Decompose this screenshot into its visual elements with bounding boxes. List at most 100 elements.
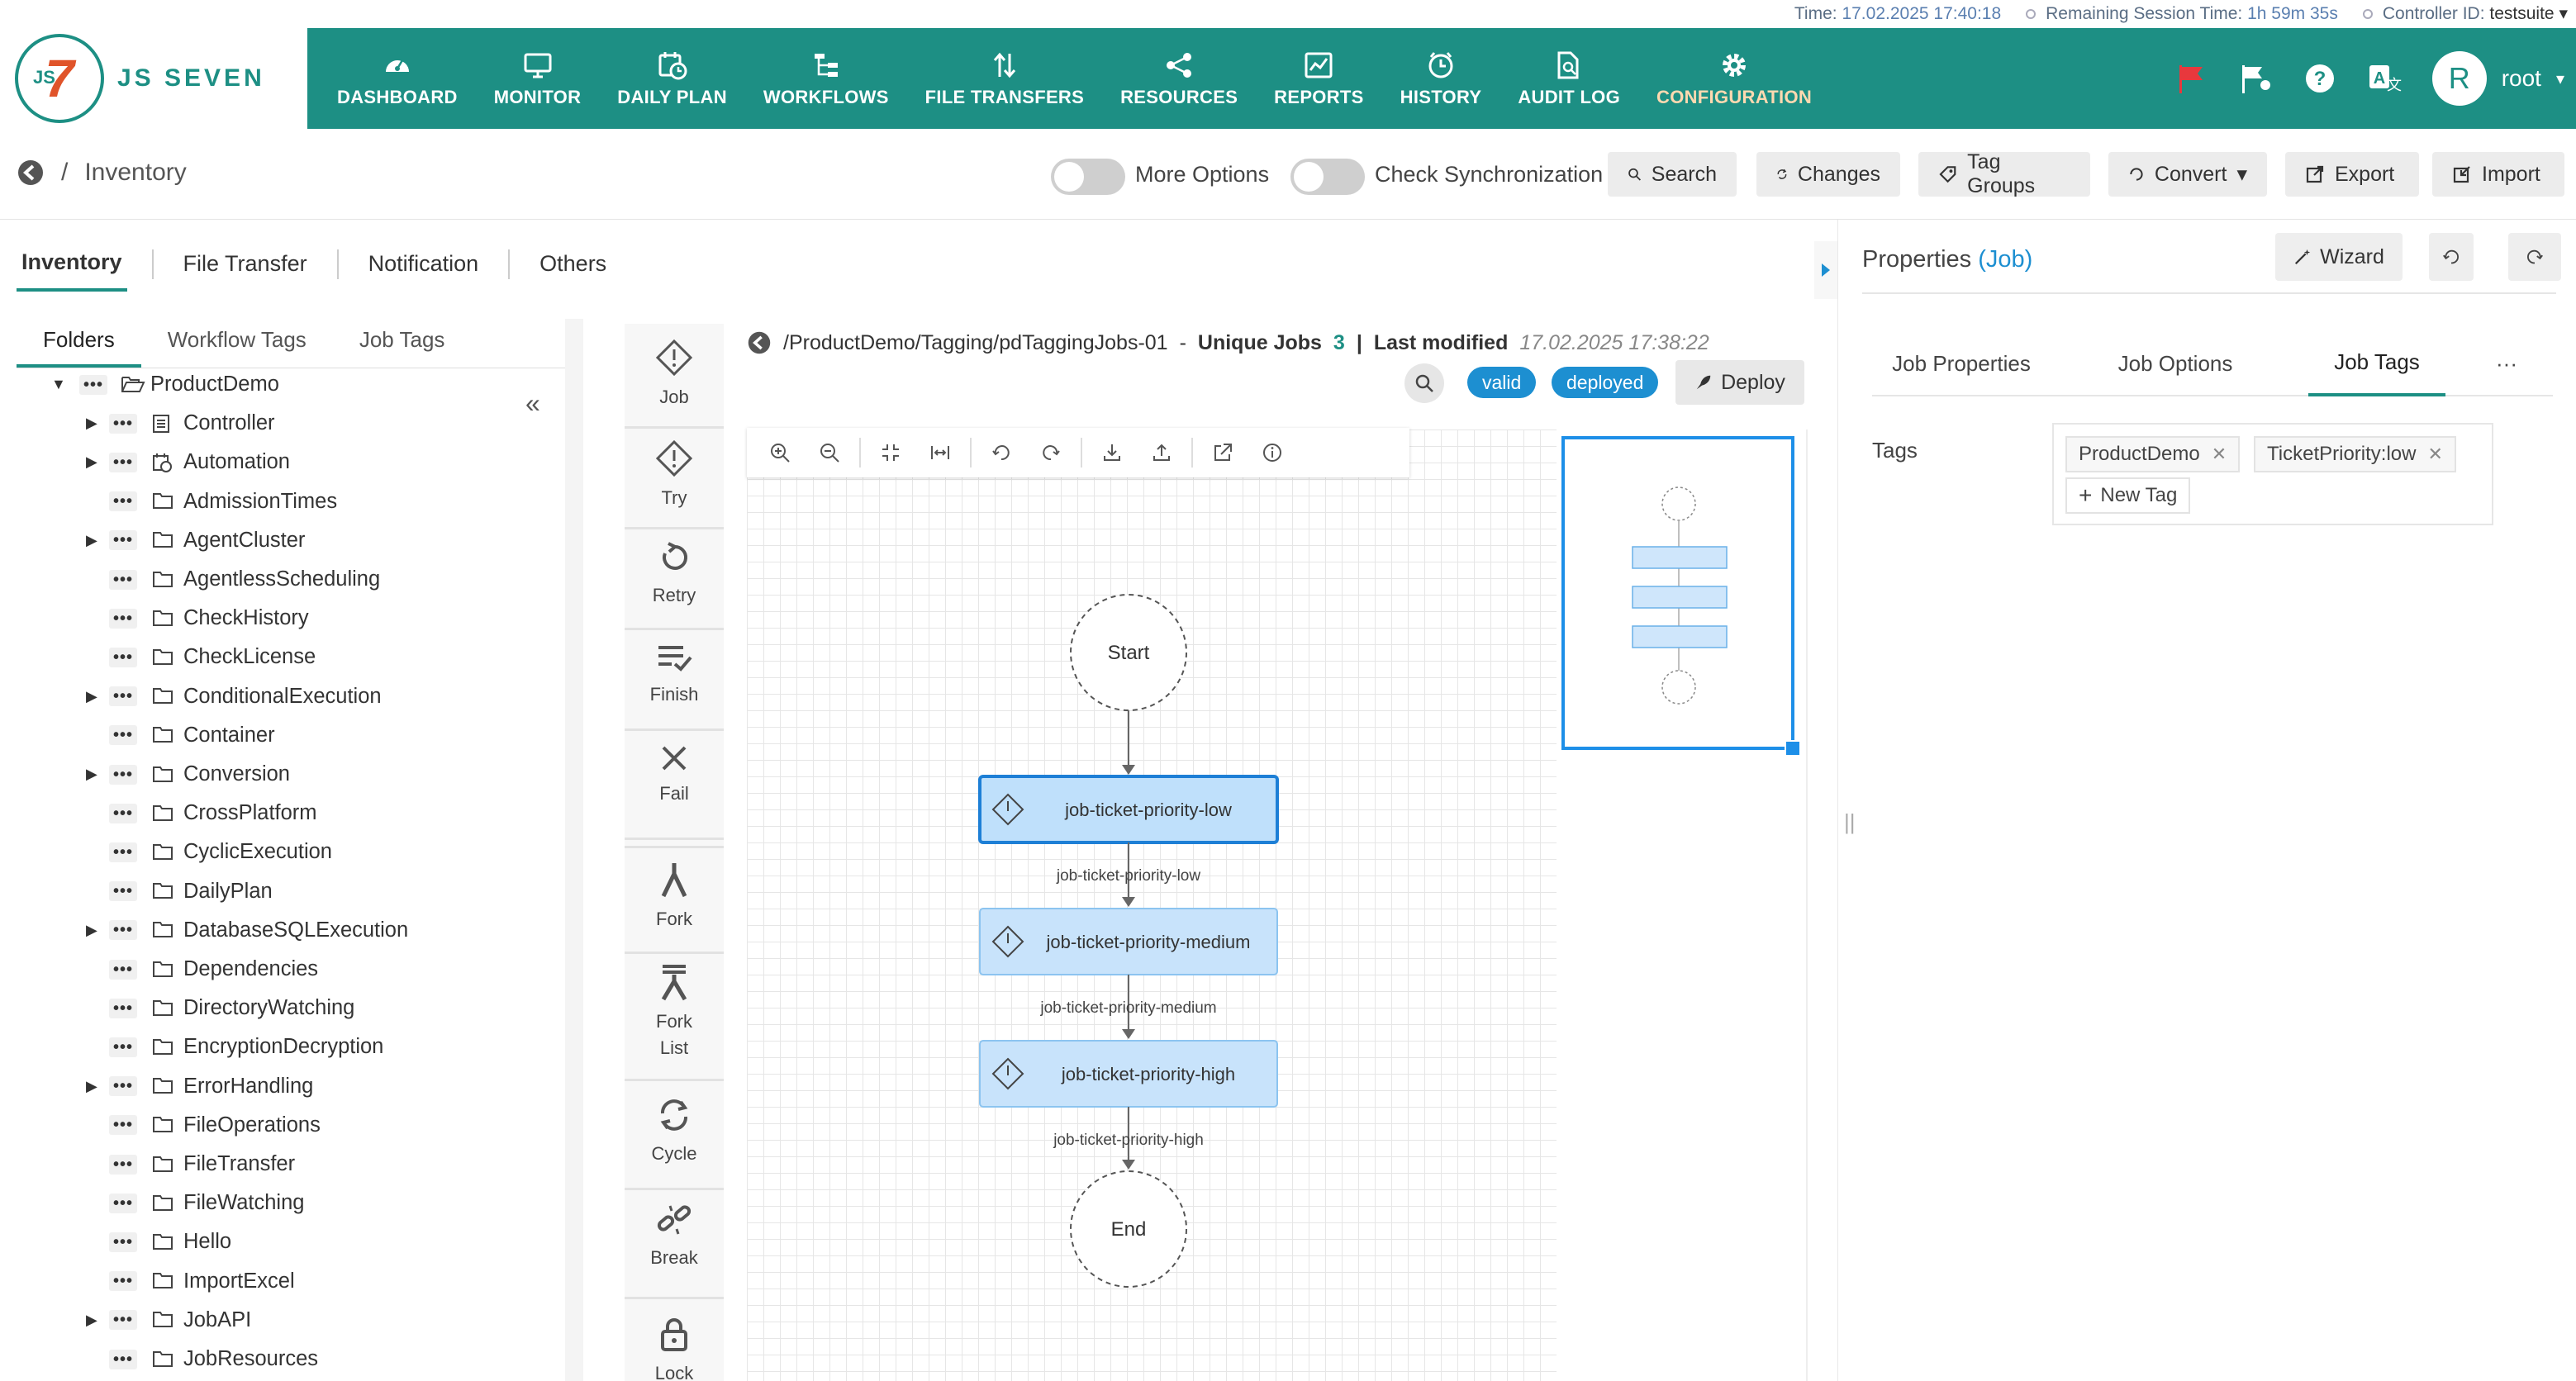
caret-right-icon[interactable]: ▶ <box>86 1312 97 1329</box>
info-button[interactable] <box>1248 428 1297 477</box>
fit-screen-button[interactable] <box>866 428 915 477</box>
tab-others[interactable]: Others <box>535 246 611 290</box>
more-actions-icon[interactable]: ••• <box>109 1154 137 1175</box>
caret-right-icon[interactable]: ▶ <box>86 766 97 783</box>
palette-try[interactable]: Try <box>625 439 724 509</box>
subtab-job-tags[interactable]: Job Tags <box>333 322 472 368</box>
tree-item[interactable]: ••• CheckLicense <box>0 638 565 676</box>
check-sync-toggle[interactable] <box>1290 159 1365 195</box>
more-actions-icon[interactable]: ••• <box>109 1232 137 1252</box>
tree-item[interactable]: ••• AdmissionTimes <box>0 482 565 521</box>
zoom-in-button[interactable] <box>755 428 805 477</box>
download-button[interactable] <box>1087 428 1137 477</box>
palette-cycle[interactable]: Cycle <box>625 1097 724 1165</box>
tag-groups-button[interactable]: Tag Groups <box>1918 150 2090 197</box>
changes-button[interactable]: Changes <box>1756 152 1900 197</box>
tree-item[interactable]: ••• CheckHistory <box>0 599 565 638</box>
tree-item[interactable]: ••• FileTransfer <box>0 1145 565 1184</box>
new-tag-button[interactable]: + New Tag <box>2065 477 2191 514</box>
tree-item[interactable]: ••• CyclicExecution <box>0 833 565 871</box>
avatar[interactable]: R <box>2431 51 2487 106</box>
flags-icon[interactable] <box>2237 60 2274 97</box>
nav-history[interactable]: HISTORY <box>1382 28 1500 129</box>
more-actions-icon[interactable]: ••• <box>109 881 137 902</box>
logo[interactable]: JS 7 JS SEVEN <box>0 28 307 129</box>
redo-properties-button[interactable] <box>2508 233 2561 281</box>
tab-file-transfer[interactable]: File Transfer <box>178 246 312 290</box>
deploy-button[interactable]: Deploy <box>1675 360 1804 405</box>
import-button[interactable]: Import <box>2432 152 2564 197</box>
tab-notification[interactable]: Notification <box>364 246 484 290</box>
minimap-resize-handle[interactable] <box>1785 740 1801 757</box>
tab-job-tags[interactable]: Job Tags <box>2308 330 2445 396</box>
search-button[interactable]: Search <box>1608 152 1737 197</box>
flag-icon[interactable] <box>2174 62 2208 95</box>
subtab-workflow-tags[interactable]: Workflow Tags <box>141 322 333 368</box>
user-name[interactable]: root <box>2502 65 2541 92</box>
tree-item[interactable]: ••• JobResources <box>0 1340 565 1379</box>
tree-item[interactable]: ▶ ••• Controller <box>0 404 565 443</box>
undo-button[interactable] <box>977 428 1026 477</box>
nav-audit-log[interactable]: AUDIT LOG <box>1499 28 1638 129</box>
more-actions-icon[interactable]: ••• <box>79 374 107 395</box>
left-panel-splitter[interactable] <box>565 319 583 1381</box>
redo-button[interactable] <box>1026 428 1076 477</box>
help-icon[interactable]: ? <box>2303 62 2336 95</box>
more-actions-icon[interactable]: ••• <box>109 413 137 434</box>
tree-item[interactable]: ▶ ••• Automation <box>0 443 565 482</box>
tree-item[interactable]: ••• FileOperations <box>0 1106 565 1145</box>
zoom-out-button[interactable] <box>805 428 854 477</box>
nav-reports[interactable]: REPORTS <box>1256 28 1381 129</box>
palette-fork[interactable]: Fork <box>625 861 724 930</box>
more-actions-icon[interactable]: ••• <box>109 764 137 785</box>
palette-finish[interactable]: Finish <box>625 641 724 705</box>
more-actions-icon[interactable]: ••• <box>109 998 137 1018</box>
caret-right-icon[interactable]: ▶ <box>86 453 97 471</box>
more-actions-icon[interactable]: ••• <box>109 1037 137 1057</box>
caret-right-icon[interactable]: ▶ <box>86 415 97 432</box>
right-panel-splitter[interactable]: || <box>1844 809 1856 835</box>
fit-width-button[interactable] <box>915 428 965 477</box>
wizard-button[interactable]: Wizard <box>2275 233 2403 281</box>
more-actions-icon[interactable]: ••• <box>109 1349 137 1369</box>
search-workflow-button[interactable] <box>1404 363 1444 403</box>
tree-item[interactable]: ▶ ••• AgentCluster <box>0 521 565 560</box>
more-actions-icon[interactable]: ••• <box>109 569 137 590</box>
tab-inventory[interactable]: Inventory <box>17 244 127 292</box>
more-actions-icon[interactable]: ••• <box>109 647 137 667</box>
more-actions-icon[interactable]: ••• <box>109 608 137 629</box>
remove-tag-icon[interactable]: ✕ <box>2427 444 2442 465</box>
tree-item[interactable]: ••• ImportExcel <box>0 1262 565 1301</box>
tree-item[interactable]: ••• FileWatching <box>0 1184 565 1222</box>
tree-item[interactable]: ▶ ••• JobAPI <box>0 1301 565 1340</box>
tag-chip[interactable]: ProductDemo ✕ <box>2065 436 2241 472</box>
controller-info[interactable]: Controller ID: testsuite ▾ <box>2362 3 2568 24</box>
nav-workflows[interactable]: WORKFLOWS <box>745 28 907 129</box>
export-button[interactable]: Export <box>2285 152 2419 197</box>
nav-monitor[interactable]: MONITOR <box>476 28 600 129</box>
panel-toggle-button[interactable] <box>1814 241 1837 299</box>
more-actions-icon[interactable]: ••• <box>109 452 137 472</box>
palette-break[interactable]: Break <box>625 1199 724 1269</box>
tab-job-properties[interactable]: Job Properties <box>1865 330 2057 396</box>
undo-properties-button[interactable] <box>2429 233 2474 281</box>
tree-item[interactable]: ▶ ••• Conversion <box>0 755 565 794</box>
tag-chip[interactable]: TicketPriority:low ✕ <box>2254 436 2456 472</box>
more-tabs-button[interactable]: ··· <box>2482 330 2531 396</box>
nav-resources[interactable]: RESOURCES <box>1102 28 1256 129</box>
tree-item[interactable]: ••• DailyPlan <box>0 872 565 911</box>
more-actions-icon[interactable]: ••• <box>109 1076 137 1097</box>
remove-tag-icon[interactable]: ✕ <box>2212 444 2227 465</box>
more-actions-icon[interactable]: ••• <box>109 1193 137 1213</box>
more-actions-icon[interactable]: ••• <box>109 1271 137 1292</box>
convert-button[interactable]: Convert ▾ <box>2108 152 2267 197</box>
nav-daily-plan[interactable]: DAILY PLAN <box>599 28 745 129</box>
caret-down-icon[interactable]: ▼ <box>51 376 66 393</box>
nav-dashboard[interactable]: DASHBOARD <box>319 28 476 129</box>
tree-item[interactable]: ▶ ••• DatabaseSQLExecution <box>0 911 565 950</box>
upload-button[interactable] <box>1137 428 1186 477</box>
open-external-button[interactable] <box>1198 428 1248 477</box>
controller-value[interactable]: testsuite <box>2489 4 2554 23</box>
tree-item[interactable]: ••• Hello <box>0 1222 565 1261</box>
caret-right-icon[interactable]: ▶ <box>86 688 97 705</box>
